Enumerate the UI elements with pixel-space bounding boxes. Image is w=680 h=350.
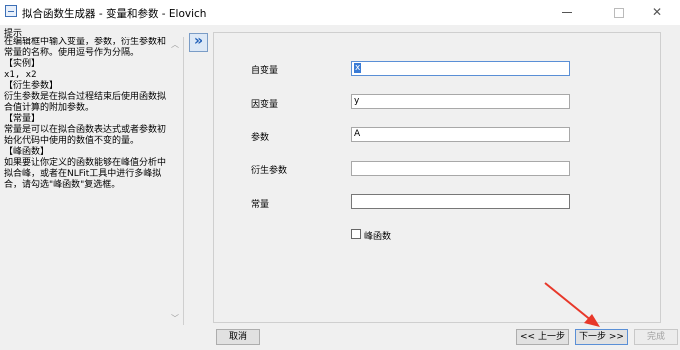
- hint-panel[interactable]: 在编辑框中输入变量，参数，衍生参数和常量的名称。使用逗号作为分隔。 【实例】 x…: [0, 37, 184, 325]
- app-icon: [5, 5, 17, 17]
- double-chevron-right-icon: »: [193, 33, 204, 49]
- peak-function-label[interactable]: 峰函数: [364, 229, 391, 242]
- next-button[interactable]: 下一步 >>: [575, 329, 628, 345]
- prev-button[interactable]: << 上一步: [516, 329, 569, 345]
- constants-input[interactable]: [351, 194, 570, 209]
- const-text: 常量是可以在拟合函数表达式或者参数初始化代码中使用的数值不变的量。: [4, 125, 167, 146]
- cancel-button[interactable]: 取消: [216, 329, 260, 345]
- finish-button[interactable]: 完成: [634, 329, 678, 345]
- dependent-variable-input[interactable]: y: [351, 94, 570, 109]
- label-derived-params: 衍生参数: [251, 166, 288, 176]
- close-button[interactable]: ✕: [634, 0, 680, 25]
- hint-intro: 在编辑框中输入变量，参数，衍生参数和常量的名称。使用逗号作为分隔。: [4, 37, 167, 58]
- label-dependent: 因变量: [251, 100, 279, 110]
- variables-form: 自变量 x 因变量 y 参数 A 衍生参数 常量 峰函数: [213, 32, 661, 323]
- peak-text: 如果要让你定义的函数能够在峰值分析中拟合峰，或者在NLFit工具中进行多峰拟合，…: [4, 158, 167, 190]
- title-bar: 拟合函数生成器 - 变量和参数 - Elovich ✕: [0, 0, 680, 25]
- derived-text: 衍生参数是在拟合过程结束后使用函数拟合值计算的附加参数。: [4, 92, 167, 113]
- const-title: 【常量】: [4, 114, 41, 124]
- parameters-input[interactable]: A: [351, 127, 570, 142]
- right-scrollbar[interactable]: [664, 32, 678, 323]
- independent-variable-input[interactable]: x: [351, 61, 570, 76]
- example-text: x1, x2: [4, 70, 37, 80]
- peak-title: 【峰函数】: [4, 147, 50, 157]
- hint-content: 在编辑框中输入变量，参数，衍生参数和常量的名称。使用逗号作为分隔。 【实例】 x…: [4, 37, 170, 191]
- label-parameters: 参数: [251, 133, 270, 143]
- scroll-down-icon[interactable]: ﹀: [169, 313, 181, 325]
- derived-title: 【衍生参数】: [4, 81, 59, 91]
- label-constants: 常量: [251, 200, 270, 210]
- example-title: 【实例】: [4, 59, 41, 69]
- window-title: 拟合函数生成器 - 变量和参数 - Elovich: [22, 8, 207, 20]
- scroll-up-icon[interactable]: ︿: [169, 39, 181, 51]
- peak-function-checkbox[interactable]: [351, 229, 361, 239]
- collapse-hint-button[interactable]: »: [189, 33, 208, 52]
- minimize-button[interactable]: [544, 0, 590, 25]
- derived-parameters-input[interactable]: [351, 161, 570, 176]
- label-independent: 自变量: [251, 66, 279, 76]
